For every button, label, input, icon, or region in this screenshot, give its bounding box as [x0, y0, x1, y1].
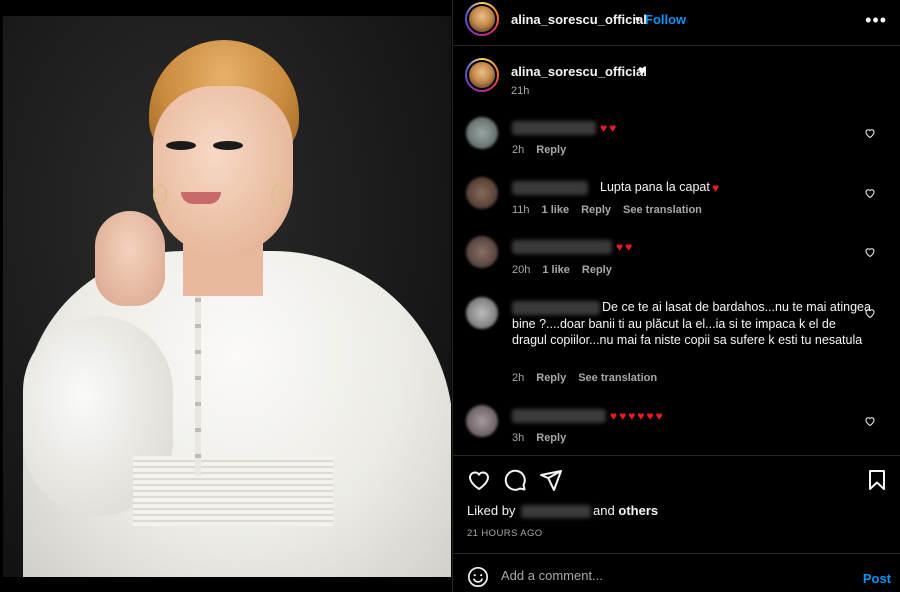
- photo-earring-left: [153, 184, 167, 206]
- follow-button[interactable]: Follow: [645, 12, 686, 27]
- comment-like-icon[interactable]: [864, 127, 876, 139]
- comment-item: Lupta pana la capat ♥ 11h 1 like Reply See …: [466, 177, 886, 227]
- comment-avatar[interactable]: [466, 117, 498, 149]
- caption-username[interactable]: alina_sorescu_official: [511, 64, 647, 79]
- reply-button[interactable]: Reply: [581, 204, 611, 216]
- comment-input[interactable]: [501, 564, 831, 586]
- comment-like-icon[interactable]: [864, 415, 876, 427]
- comment-item: De ce te ai lasat de bardahos...nu te ma…: [466, 297, 886, 389]
- comment-like-icon[interactable]: [864, 187, 876, 199]
- liked-by-prefix: Liked by: [467, 503, 516, 518]
- liked-by-user-blurred[interactable]: [521, 505, 592, 519]
- comment-text-hearts: ♥♥: [616, 240, 635, 254]
- comment-username-blurred[interactable]: [512, 240, 612, 254]
- comment-text-hearts: ♥♥: [600, 121, 619, 135]
- emoji-icon[interactable]: [467, 566, 489, 588]
- comment-meta: 3h Reply: [512, 432, 578, 444]
- comment-meta: 2h Reply: [512, 144, 578, 156]
- reply-button[interactable]: Reply: [582, 264, 612, 276]
- comment-item: ♥♥ 2h Reply: [466, 117, 886, 167]
- photo-hand: [95, 211, 165, 306]
- share-icon[interactable]: [539, 468, 563, 492]
- comment-time: 2h: [512, 372, 525, 384]
- like-icon[interactable]: [467, 468, 491, 492]
- liked-by-line: Liked by and others: [467, 503, 658, 519]
- reply-button[interactable]: Reply: [536, 144, 566, 156]
- see-translation-button[interactable]: See translation: [578, 372, 657, 384]
- add-comment-bar: Post: [453, 553, 900, 592]
- photo-buttons: [195, 276, 201, 476]
- header-username[interactable]: alina_sorescu_official: [511, 12, 647, 27]
- post-header: alina_sorescu_official • Follow •••: [453, 0, 900, 46]
- photo-eye-right: [213, 141, 243, 150]
- comment-avatar[interactable]: [466, 177, 498, 209]
- comment-username-blurred[interactable]: [512, 181, 588, 195]
- comment-time: 20h: [512, 264, 531, 276]
- comment-meta: 20h 1 like Reply: [512, 264, 624, 276]
- caption-heart-icon: ♥: [638, 62, 647, 78]
- comment-likes[interactable]: 1 like: [542, 264, 570, 276]
- reply-button[interactable]: Reply: [536, 372, 566, 384]
- comment-time: 11h: [512, 204, 530, 216]
- profile-avatar[interactable]: [465, 2, 499, 36]
- liked-by-others[interactable]: others: [618, 503, 658, 518]
- comment-meta: 11h 1 like Reply See translation: [512, 204, 714, 216]
- caption-avatar[interactable]: [465, 58, 499, 92]
- separator-dot: •: [635, 11, 640, 26]
- comment-text-hearts: ♥: [712, 181, 722, 195]
- see-translation-button[interactable]: See translation: [623, 204, 702, 216]
- photo-smocking: [133, 456, 333, 526]
- post-actions-bar: [453, 455, 900, 499]
- comment-meta: 2h Reply See translation: [512, 372, 669, 384]
- comment-likes[interactable]: 1 like: [542, 204, 570, 216]
- save-icon[interactable]: [865, 468, 889, 492]
- comment-icon[interactable]: [503, 468, 527, 492]
- comment-text: Lupta pana la capat: [600, 180, 710, 194]
- post-side-panel: alina_sorescu_official • Follow ••• alin…: [452, 0, 900, 592]
- comment-username-blurred[interactable]: [512, 121, 596, 135]
- post-photo-area: [0, 0, 452, 592]
- comment-item: ♥♥♥♥♥♥ 3h Reply: [466, 405, 886, 451]
- post-comment-button[interactable]: Post: [863, 571, 891, 586]
- post-image[interactable]: [3, 16, 451, 577]
- photo-eye-left: [166, 141, 196, 150]
- more-icon[interactable]: •••: [865, 10, 887, 31]
- comment-time: 2h: [512, 144, 525, 156]
- comment-like-icon[interactable]: [864, 246, 876, 258]
- comment-time: 3h: [512, 432, 525, 444]
- comment-avatar[interactable]: [466, 405, 498, 437]
- comment-item: ♥♥ 20h 1 like Reply: [466, 236, 886, 286]
- comment-username-blurred[interactable]: [512, 409, 606, 423]
- caption-time: 21h: [511, 85, 530, 97]
- liked-by-and: and: [593, 503, 615, 518]
- comment-avatar[interactable]: [466, 236, 498, 268]
- photo-lips: [181, 192, 221, 204]
- post-timestamp[interactable]: 21 HOURS AGO: [467, 528, 543, 539]
- photo-earring-right: [271, 184, 285, 206]
- comment-like-icon[interactable]: [864, 307, 876, 319]
- photo-face: [153, 86, 293, 256]
- comment-text-hearts: ♥♥♥♥♥♥: [610, 409, 665, 423]
- comment-avatar[interactable]: [466, 297, 498, 329]
- comment-text: De ce te ai lasat de bardahos...nu te ma…: [512, 300, 871, 347]
- reply-button[interactable]: Reply: [536, 432, 566, 444]
